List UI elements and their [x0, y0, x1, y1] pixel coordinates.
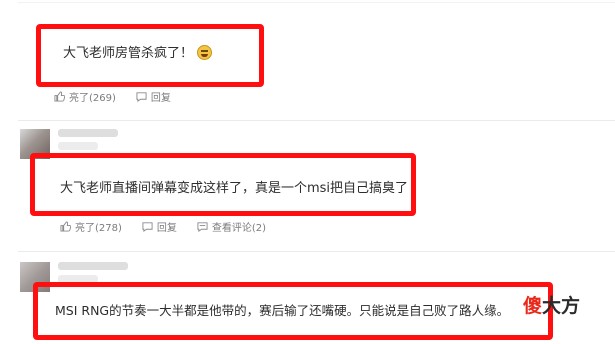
watermark-logo: 傻大方 [523, 291, 580, 318]
reply-button[interactable]: 回复 [142, 219, 177, 234]
view-comments-button[interactable]: 查看评论(2) [197, 219, 266, 234]
top-divider [18, 2, 615, 3]
username[interactable] [58, 262, 128, 270]
view-comments-label: 查看评论(2) [211, 223, 267, 234]
watermark-part-2: 大方 [542, 295, 581, 317]
like-button[interactable]: 亮了(278) [60, 219, 122, 234]
reply-button[interactable]: 回复 [136, 89, 171, 104]
thumbs-up-icon [54, 91, 65, 102]
reply-label: 回复 [156, 223, 177, 234]
comment-meta [58, 142, 98, 150]
reply-icon [136, 92, 147, 102]
watermark-part-1: 傻 [523, 295, 543, 317]
like-button[interactable]: 亮了(269) [54, 89, 116, 104]
like-count: 亮了(278) [75, 223, 122, 234]
reply-icon [142, 222, 153, 232]
comment-divider [18, 120, 615, 121]
comment-actions: 亮了(278) 回复 查看评论(2) [60, 219, 286, 234]
highlight-box [36, 24, 264, 87]
comment-divider [18, 251, 615, 252]
comment-actions: 亮了(269) 回复 [54, 89, 191, 104]
like-count: 亮了(269) [69, 93, 116, 104]
thumbs-up-icon [60, 221, 71, 232]
username[interactable] [58, 129, 118, 137]
highlight-box [33, 282, 553, 340]
reply-label: 回复 [150, 93, 171, 104]
comments-icon [197, 222, 208, 232]
highlight-box [30, 153, 416, 216]
